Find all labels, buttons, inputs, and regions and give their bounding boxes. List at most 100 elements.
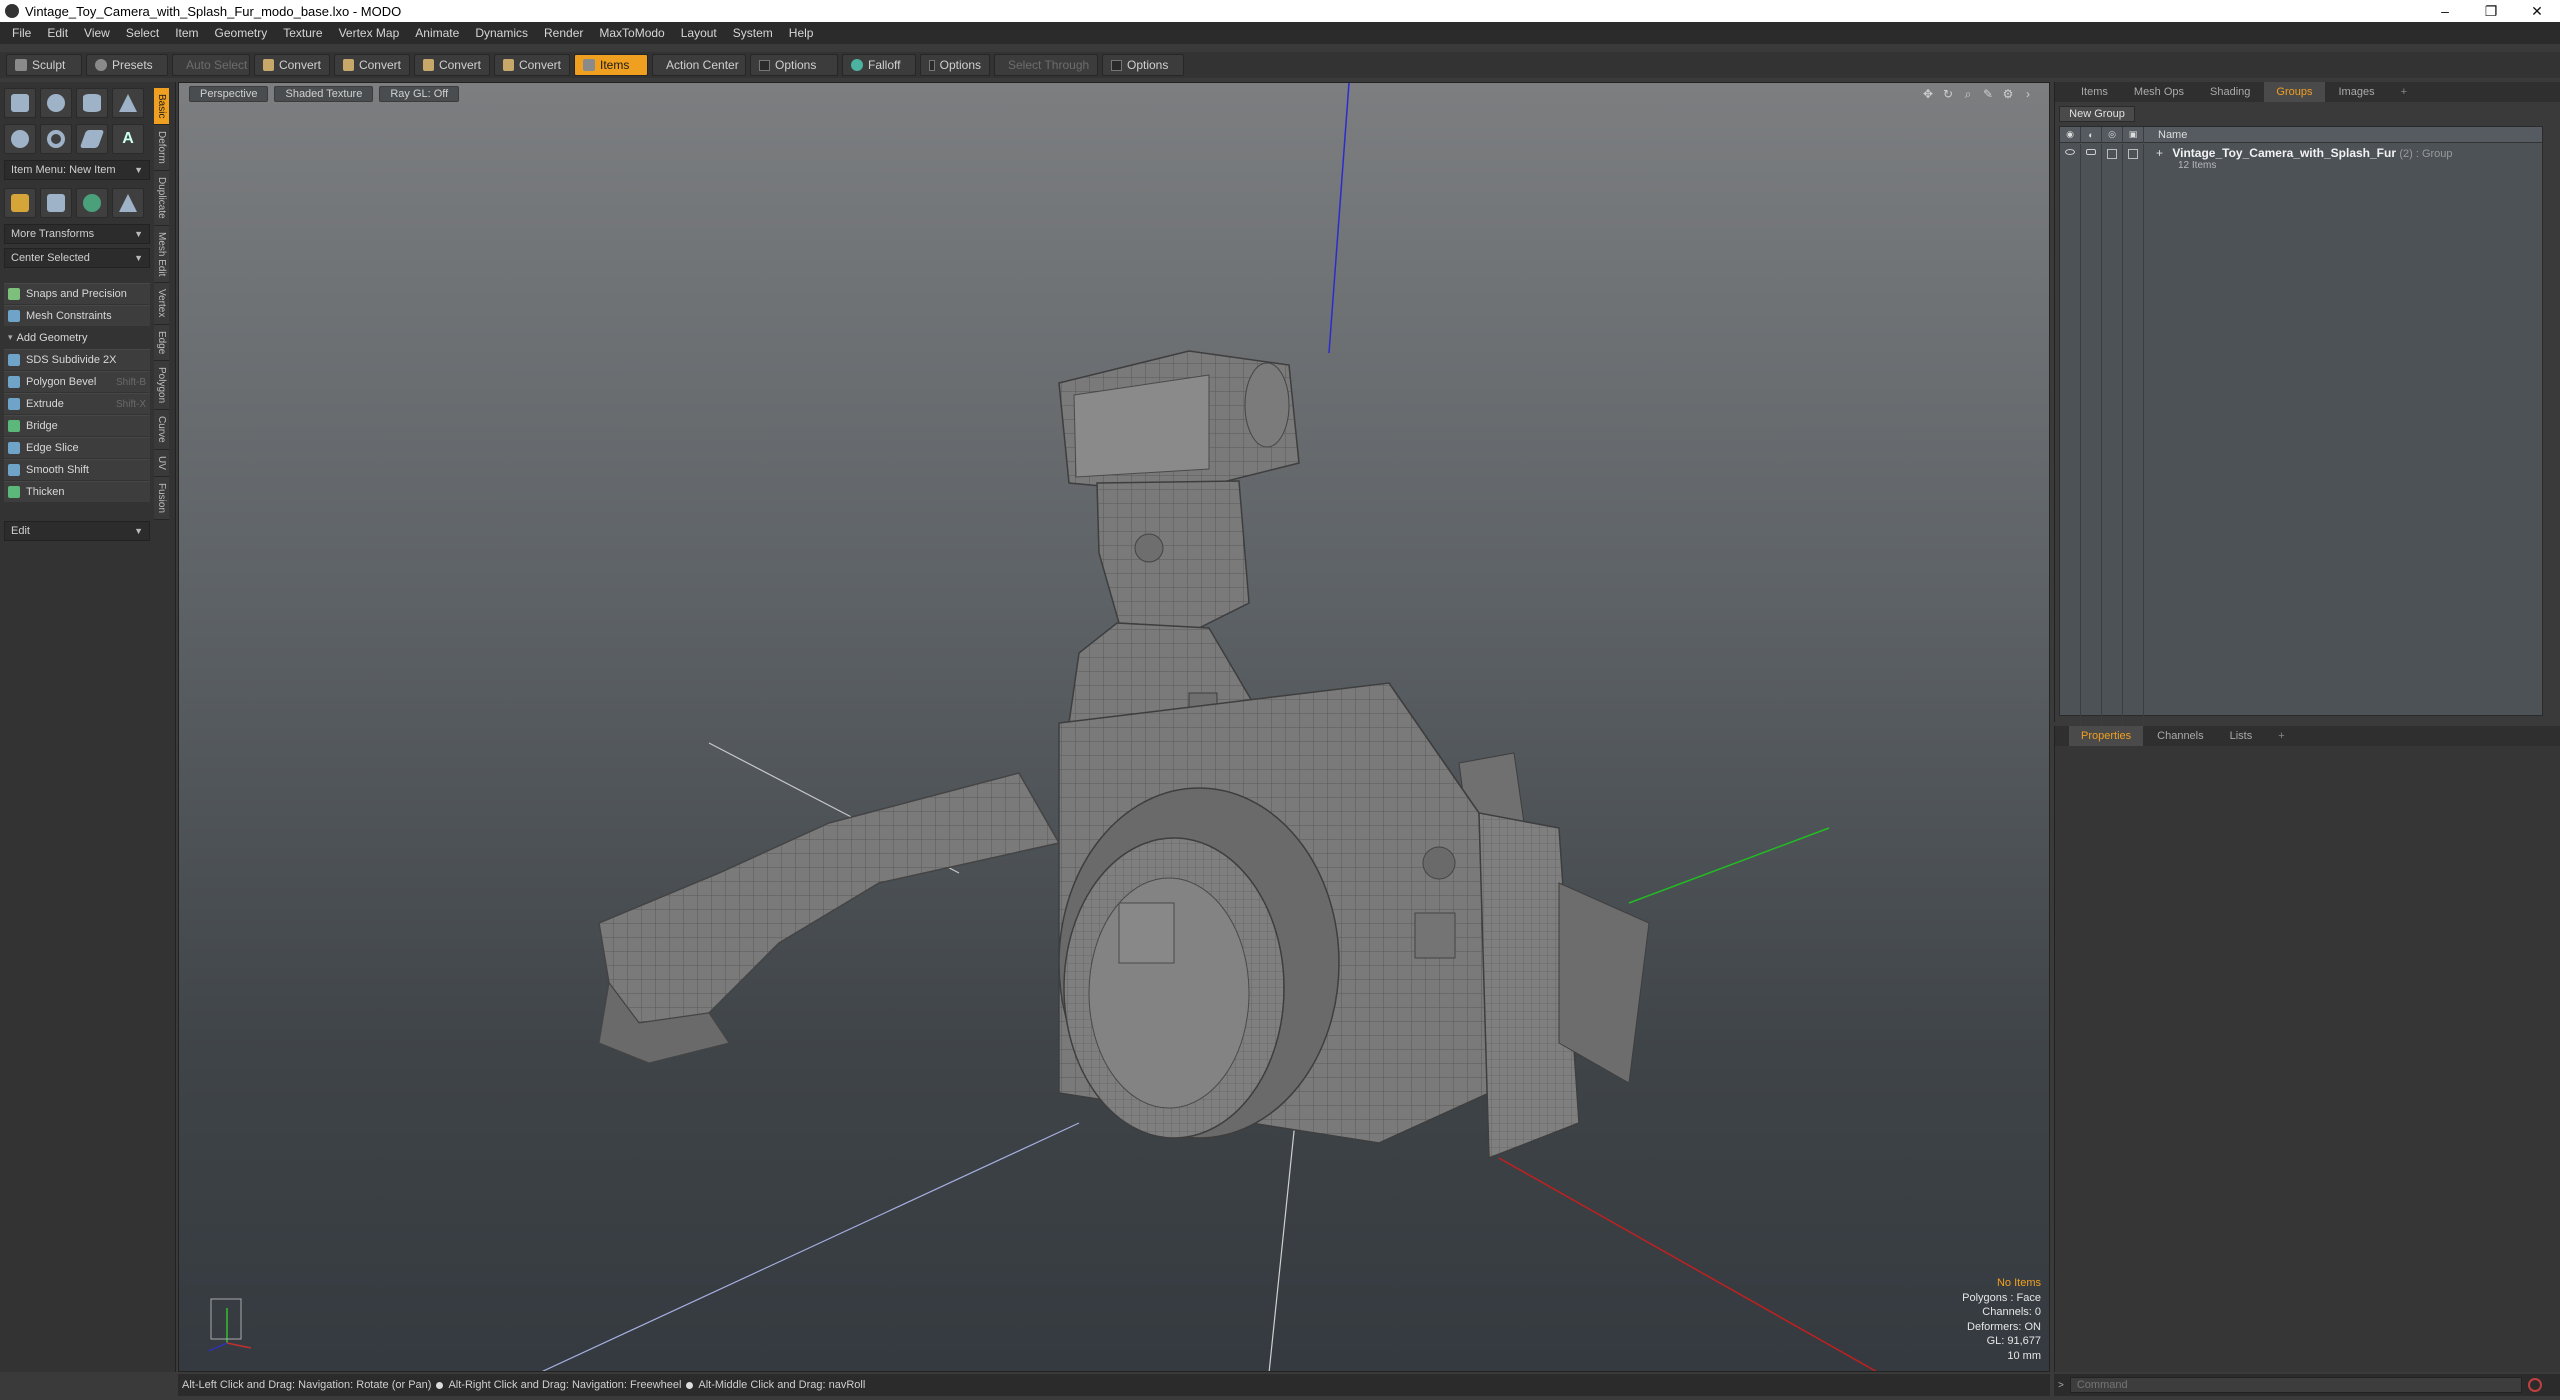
menu-maxtomodo[interactable]: MaxToModo — [591, 22, 672, 44]
vtab-mesh-edit[interactable]: Mesh Edit — [154, 225, 169, 284]
menu-render[interactable]: Render — [536, 22, 591, 44]
sculpt-button[interactable]: Sculpt — [6, 54, 82, 76]
options-checkbox[interactable] — [1111, 59, 1122, 71]
vtab-deform[interactable]: Deform — [154, 125, 169, 172]
tab-images[interactable]: Images — [2327, 82, 2387, 102]
add-geometry-header[interactable]: ▾ Add Geometry — [4, 327, 150, 348]
menu-select[interactable]: Select — [118, 22, 167, 44]
menu-animate[interactable]: Animate — [407, 22, 467, 44]
minimize-button[interactable]: – — [2422, 0, 2468, 22]
grid-tool[interactable] — [40, 188, 72, 218]
vtab-vertex[interactable]: Vertex — [154, 283, 169, 325]
tab-channels[interactable]: Channels — [2145, 726, 2215, 746]
convert-materials-button[interactable]: Convert — [494, 54, 570, 76]
vtab-polygon[interactable]: Polygon — [154, 361, 169, 411]
vtab-edge[interactable]: Edge — [154, 324, 169, 362]
mesh-constraints-button[interactable]: Mesh Constraints — [4, 305, 150, 326]
vtab-curve[interactable]: Curve — [154, 410, 169, 450]
convert-polygons-button[interactable]: Convert — [414, 54, 490, 76]
action-center-options-button[interactable]: Options — [750, 54, 838, 76]
perspective-tool[interactable] — [112, 188, 144, 218]
options-checkbox[interactable] — [759, 59, 770, 71]
falloff-options-button[interactable]: Options — [920, 54, 990, 76]
convert-vertices-button[interactable]: Convert — [254, 54, 330, 76]
options-checkbox[interactable] — [929, 59, 935, 71]
thicken-button[interactable]: Thicken — [4, 481, 150, 502]
toroid-tool[interactable] — [40, 124, 72, 154]
edit-dropdown[interactable]: Edit ▼ — [4, 521, 150, 541]
text-tool[interactable]: A — [112, 124, 144, 154]
pan-icon[interactable]: ✥ — [1921, 87, 1935, 101]
menu-view[interactable]: View — [76, 22, 118, 44]
snaps-precision-button[interactable]: Snaps and Precision — [4, 283, 150, 304]
add-tab-button[interactable]: + — [2266, 726, 2296, 746]
brush-icon[interactable]: ✎ — [1981, 87, 1995, 101]
command-input[interactable] — [2069, 1377, 2522, 1393]
more-transforms-dropdown[interactable]: More Transforms ▼ — [4, 224, 150, 244]
vtab-basic[interactable]: Basic — [154, 88, 169, 126]
chevron-right-icon[interactable]: › — [2021, 87, 2035, 101]
menu-layout[interactable]: Layout — [673, 22, 725, 44]
group-row[interactable]: + Vintage_Toy_Camera_with_Splash_Fur (2)… — [2060, 144, 2542, 734]
polygon-bevel-button[interactable]: Polygon Bevel Shift-B — [4, 371, 150, 392]
tab-properties[interactable]: Properties — [2069, 726, 2144, 746]
vtab-fusion[interactable]: Fusion — [154, 476, 169, 520]
select-through-button[interactable]: Select Through — [994, 54, 1098, 76]
vtab-duplicate[interactable]: Duplicate — [154, 171, 169, 226]
rotate-icon[interactable]: ↻ — [1941, 87, 1955, 101]
tab-shading[interactable]: Shading — [2198, 82, 2262, 102]
auto-select-button[interactable]: Auto Select — [172, 54, 250, 76]
shading-dropdown[interactable]: Shaded Texture — [274, 86, 374, 102]
plane-tool[interactable] — [76, 124, 108, 154]
cylinder-tool[interactable] — [76, 88, 108, 118]
smooth-shift-button[interactable]: Smooth Shift — [4, 459, 150, 480]
item-menu-dropdown[interactable]: Item Menu: New Item ▼ — [4, 160, 150, 180]
select-toggle[interactable] — [2123, 144, 2144, 734]
add-tab-button[interactable]: + — [2389, 82, 2419, 102]
center-selected-dropdown[interactable]: Center Selected ▼ — [4, 248, 150, 268]
transform-tool[interactable] — [4, 188, 36, 218]
capsule-tool[interactable] — [4, 124, 36, 154]
lock-toggle[interactable] — [2102, 144, 2123, 734]
raygl-dropdown[interactable]: Ray GL: Off — [379, 86, 460, 102]
tab-lists[interactable]: Lists — [2218, 726, 2265, 746]
view-type-dropdown[interactable]: Perspective — [189, 86, 269, 102]
items-mode-button[interactable]: Items — [574, 54, 648, 76]
presets-button[interactable]: Presets — [86, 54, 168, 76]
sds-subdivide-button[interactable]: SDS Subdivide 2X — [4, 349, 150, 370]
falloff-button[interactable]: Falloff — [842, 54, 916, 76]
render-toggle[interactable] — [2081, 144, 2102, 734]
cone-tool[interactable] — [112, 88, 144, 118]
sphere-tool[interactable] — [40, 88, 72, 118]
zoom-icon[interactable]: ⌕ — [1961, 87, 1975, 101]
menu-texture[interactable]: Texture — [275, 22, 330, 44]
menu-dynamics[interactable]: Dynamics — [467, 22, 536, 44]
tab-groups[interactable]: Groups — [2264, 82, 2325, 102]
3d-viewport[interactable]: Perspective Shaded Texture Ray GL: Off ✥… — [178, 82, 2050, 1372]
tab-mesh-ops[interactable]: Mesh Ops — [2122, 82, 2196, 102]
menu-item[interactable]: Item — [167, 22, 206, 44]
group-entry[interactable]: + Vintage_Toy_Camera_with_Splash_Fur (2)… — [2144, 144, 2453, 171]
gear-icon[interactable]: ⚙ — [2001, 87, 2015, 101]
edge-slice-button[interactable]: Edge Slice — [4, 437, 150, 458]
visibility-toggle[interactable] — [2060, 144, 2081, 734]
restore-button[interactable]: ❐ — [2468, 0, 2514, 22]
action-center-button[interactable]: Action Center — [652, 54, 746, 76]
tab-items[interactable]: Items — [2069, 82, 2120, 102]
menu-geometry[interactable]: Geometry — [207, 22, 276, 44]
menu-system[interactable]: System — [725, 22, 781, 44]
select-through-options-button[interactable]: Options — [1102, 54, 1184, 76]
vtab-uv[interactable]: UV — [154, 449, 169, 477]
menu-help[interactable]: Help — [781, 22, 822, 44]
menu-file[interactable]: File — [4, 22, 39, 44]
bridge-button[interactable]: Bridge — [4, 415, 150, 436]
globe-tool[interactable] — [76, 188, 108, 218]
command-history-button[interactable] — [2527, 1378, 2542, 1392]
cube-tool[interactable] — [4, 88, 36, 118]
convert-edges-button[interactable]: Convert — [334, 54, 410, 76]
close-button[interactable]: ✕ — [2514, 0, 2560, 22]
extrude-button[interactable]: Extrude Shift-X — [4, 393, 150, 414]
menu-edit[interactable]: Edit — [39, 22, 76, 44]
expand-plus-icon[interactable]: + — [2156, 146, 2163, 160]
new-group-button[interactable]: New Group — [2059, 106, 2135, 122]
